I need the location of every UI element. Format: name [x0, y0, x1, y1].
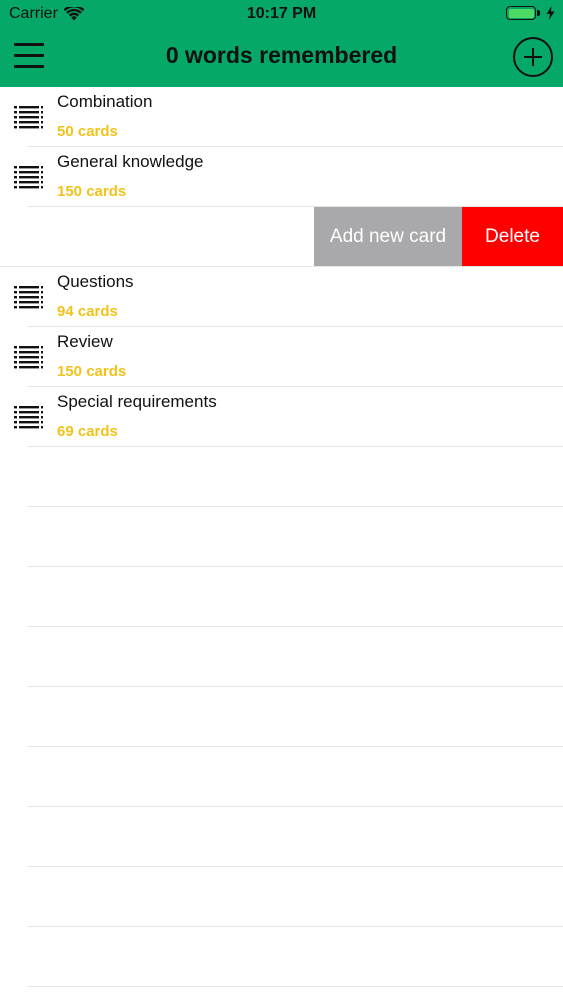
- empty-row-separator: [28, 447, 563, 507]
- deck-row-general-knowledge[interactable]: General knowledge 150 cards: [14, 147, 563, 207]
- swipe-action-buttons: Add new card Delete: [314, 207, 563, 266]
- deck-name: General knowledge: [57, 152, 204, 171]
- deck-card-count: 94 cards: [57, 303, 118, 320]
- add-new-card-button[interactable]: Add new card: [314, 207, 462, 266]
- deck-card-count: 69 cards: [57, 423, 118, 440]
- deck-card-count: 150 cards: [57, 183, 127, 200]
- list-icon: [14, 286, 43, 309]
- empty-row-separator: [28, 567, 563, 627]
- deck-list: Combination 50 cards General knowledge 1…: [0, 87, 563, 987]
- deck-card-count: 150 cards: [57, 363, 127, 380]
- add-deck-button[interactable]: [513, 37, 553, 77]
- deck-card-count: 50 cards: [57, 123, 118, 140]
- empty-row-separator: [28, 867, 563, 927]
- deck-row-combination[interactable]: Combination 50 cards: [14, 87, 563, 147]
- status-bar: Carrier 10:17 PM: [0, 0, 563, 28]
- empty-row-separator: [28, 807, 563, 867]
- charging-bolt-icon: [546, 6, 555, 20]
- list-icon: [14, 166, 43, 189]
- empty-row-separator: [28, 687, 563, 747]
- deck-row-special-requirements[interactable]: Special requirements 69 cards: [14, 387, 563, 447]
- status-time: 10:17 PM: [246, 5, 317, 22]
- list-icon: [14, 346, 43, 369]
- list-icon: [14, 106, 43, 129]
- empty-row-separator: [28, 627, 563, 687]
- hamburger-menu-icon[interactable]: [12, 40, 46, 72]
- deck-row-review[interactable]: Review 150 cards: [14, 327, 563, 387]
- list-icon: [14, 406, 43, 429]
- swiped-row-actions: Add new card Delete: [0, 207, 563, 267]
- page-title: 0 words remembered: [165, 42, 398, 68]
- deck-name: Review: [57, 332, 113, 351]
- deck-row-questions[interactable]: Questions 94 cards: [14, 267, 563, 327]
- empty-row-separator: [28, 507, 563, 567]
- empty-row-separator: [28, 747, 563, 807]
- battery-icon: [506, 6, 540, 20]
- battery-indicator: [506, 6, 555, 20]
- navigation-header: Carrier 10:17 PM 0 words remembered: [0, 0, 563, 87]
- deck-name: Special requirements: [57, 392, 217, 411]
- empty-row-separator: [28, 927, 563, 987]
- deck-name: Questions: [57, 272, 134, 291]
- deck-name: Combination: [57, 92, 153, 111]
- delete-button[interactable]: Delete: [462, 207, 563, 266]
